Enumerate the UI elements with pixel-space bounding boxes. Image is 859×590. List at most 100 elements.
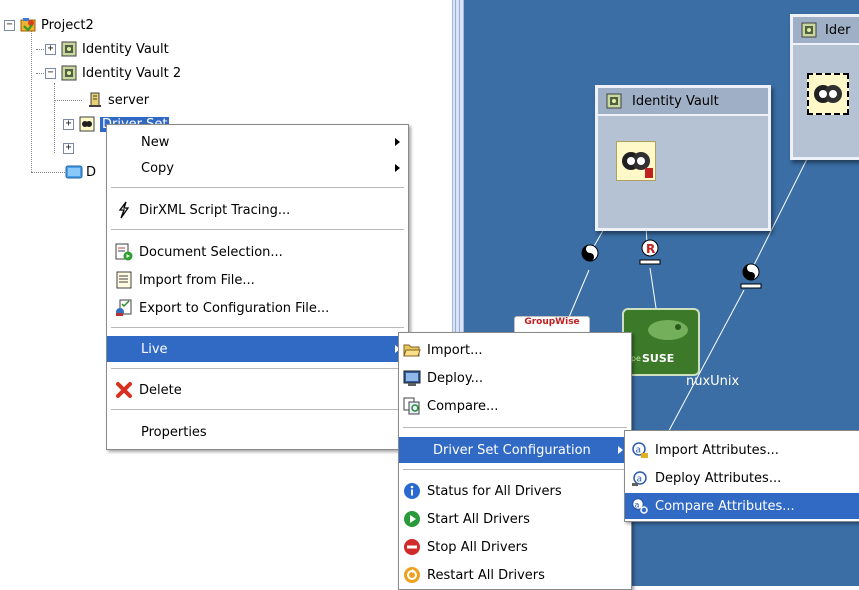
menu-separator	[111, 327, 404, 328]
export-config-icon	[115, 299, 133, 317]
tree-connector	[36, 49, 44, 50]
suse-chameleon-icon	[648, 320, 688, 340]
menu-item-stop-all[interactable]: Stop All Drivers	[399, 534, 631, 560]
menu-item-export-config[interactable]: Export to Configuration File...	[107, 295, 408, 321]
identity-vault-icon	[801, 22, 817, 38]
tree-item-label: Project2	[41, 17, 94, 33]
menu-item-restart-all[interactable]: Restart All Drivers	[399, 562, 631, 588]
tree-connector	[36, 73, 44, 74]
arrow-right-icon	[618, 446, 623, 454]
driver-set-icon[interactable]	[807, 73, 849, 115]
svg-text:a: a	[636, 446, 642, 456]
identity-vault-icon	[61, 65, 77, 81]
menu-separator	[403, 469, 627, 470]
menu-label: Stop All Drivers	[427, 539, 528, 555]
folder-open-icon	[403, 341, 421, 359]
yin-yang-icon[interactable]	[581, 244, 599, 262]
menu-item-import-from-file[interactable]: Import from File...	[107, 267, 408, 293]
suse-label: SUSE	[642, 352, 675, 365]
menu-label: Import from File...	[139, 272, 255, 288]
tree-item-d[interactable]: D	[65, 162, 96, 182]
identity-vault-node[interactable]: Identity Vault	[595, 85, 771, 231]
collapse-toggle[interactable]: −	[45, 68, 56, 79]
collapse-toggle[interactable]: −	[4, 20, 15, 31]
menu-label: Restart All Drivers	[427, 567, 545, 583]
menu-label: Export to Configuration File...	[139, 300, 330, 316]
driver-set-icon[interactable]	[616, 141, 656, 181]
suse-app[interactable]: ope SUSE	[622, 308, 700, 376]
svg-text:R: R	[646, 242, 655, 256]
tree-item-project2[interactable]: Project2	[20, 15, 94, 35]
yin-yang-icon[interactable]	[740, 262, 762, 292]
menu-label: Copy	[141, 160, 174, 176]
menu-separator	[403, 427, 627, 428]
menu-item-new[interactable]: New	[107, 129, 408, 155]
menu-label: New	[141, 134, 170, 150]
expand-toggle[interactable]: +	[63, 119, 74, 130]
menu-label: Live	[141, 341, 168, 357]
menu-label: Document Selection...	[139, 244, 283, 260]
deploy-attrs-icon: a	[631, 469, 649, 487]
menu-item-import[interactable]: Import...	[399, 337, 631, 363]
menu-separator	[111, 187, 404, 188]
vault-header: Ider	[793, 17, 859, 45]
compare-icon	[403, 397, 421, 415]
menu-label: Deploy...	[427, 370, 484, 386]
info-icon	[403, 482, 421, 500]
document-icon	[65, 164, 83, 180]
menu-label: Compare Attributes...	[655, 498, 795, 514]
menu-item-deploy[interactable]: Deploy...	[399, 365, 631, 391]
groupwise-label: GroupWise	[524, 317, 580, 327]
arrow-right-icon	[395, 164, 400, 172]
menu-item-copy[interactable]: Copy	[107, 155, 408, 181]
context-menu: New Copy DirXML Script Tracing... Docume…	[106, 124, 409, 450]
menu-item-document-selection[interactable]: Document Selection...	[107, 239, 408, 265]
menu-item-compare[interactable]: Compare...	[399, 393, 631, 419]
remote-loader-icon[interactable]: R	[639, 238, 661, 266]
tree-connector	[31, 172, 65, 173]
menu-item-live[interactable]: Live	[107, 336, 408, 362]
tree-connector	[31, 26, 32, 172]
svg-text:a: a	[635, 501, 640, 510]
menu-item-dirxml-tracing[interactable]: DirXML Script Tracing...	[107, 197, 408, 223]
menu-item-import-attributes[interactable]: a Import Attributes...	[625, 437, 859, 463]
menu-label: Compare...	[427, 398, 499, 414]
tree-item-server[interactable]: server	[87, 90, 149, 110]
import-attrs-icon: a	[631, 441, 649, 459]
menu-item-properties[interactable]: Properties	[107, 419, 408, 445]
arrow-right-icon	[395, 138, 400, 146]
tree-item-label: server	[108, 92, 150, 108]
tree-item-label: Identity Vault	[82, 41, 169, 57]
menu-label: Driver Set Configuration	[433, 442, 591, 458]
delete-x-icon	[115, 381, 133, 399]
expand-toggle[interactable]: +	[45, 44, 56, 55]
tree-item-identity-vault-2[interactable]: Identity Vault 2	[61, 63, 181, 83]
menu-item-start-all[interactable]: Start All Drivers	[399, 506, 631, 532]
menu-label: Delete	[139, 382, 182, 398]
vault-header: Identity Vault	[598, 88, 768, 116]
menu-item-driver-set-configuration[interactable]: Driver Set Configuration	[399, 437, 631, 463]
linuxunix-label: nuxUnix	[686, 374, 740, 389]
menu-item-compare-attributes[interactable]: a Compare Attributes...	[625, 493, 859, 519]
identity-vault-2-node[interactable]: Ider	[790, 14, 859, 160]
expand-toggle[interactable]: +	[63, 143, 74, 154]
restart-icon	[403, 566, 421, 584]
menu-separator	[111, 409, 404, 410]
server-icon	[87, 92, 103, 108]
menu-label: Import Attributes...	[655, 442, 779, 458]
menu-label: Deploy Attributes...	[655, 470, 782, 486]
tree-item-identity-vault[interactable]: Identity Vault	[61, 39, 169, 59]
menu-label: Import...	[427, 342, 483, 358]
identity-vault-icon	[61, 41, 77, 57]
menu-item-deploy-attributes[interactable]: a Deploy Attributes...	[625, 465, 859, 491]
driver-set-icon	[79, 116, 95, 132]
tree-connector	[54, 83, 55, 153]
menu-item-delete[interactable]: Delete	[107, 377, 408, 403]
start-icon	[403, 510, 421, 528]
vault-label: Identity Vault	[632, 93, 719, 109]
driver-set-config-submenu: a Import Attributes... a Deploy Attribut…	[624, 430, 859, 522]
project-icon	[20, 17, 36, 33]
menu-item-status-all[interactable]: Status for All Drivers	[399, 478, 631, 504]
menu-label: Start All Drivers	[427, 511, 530, 527]
vault-label: Ider	[825, 22, 851, 38]
